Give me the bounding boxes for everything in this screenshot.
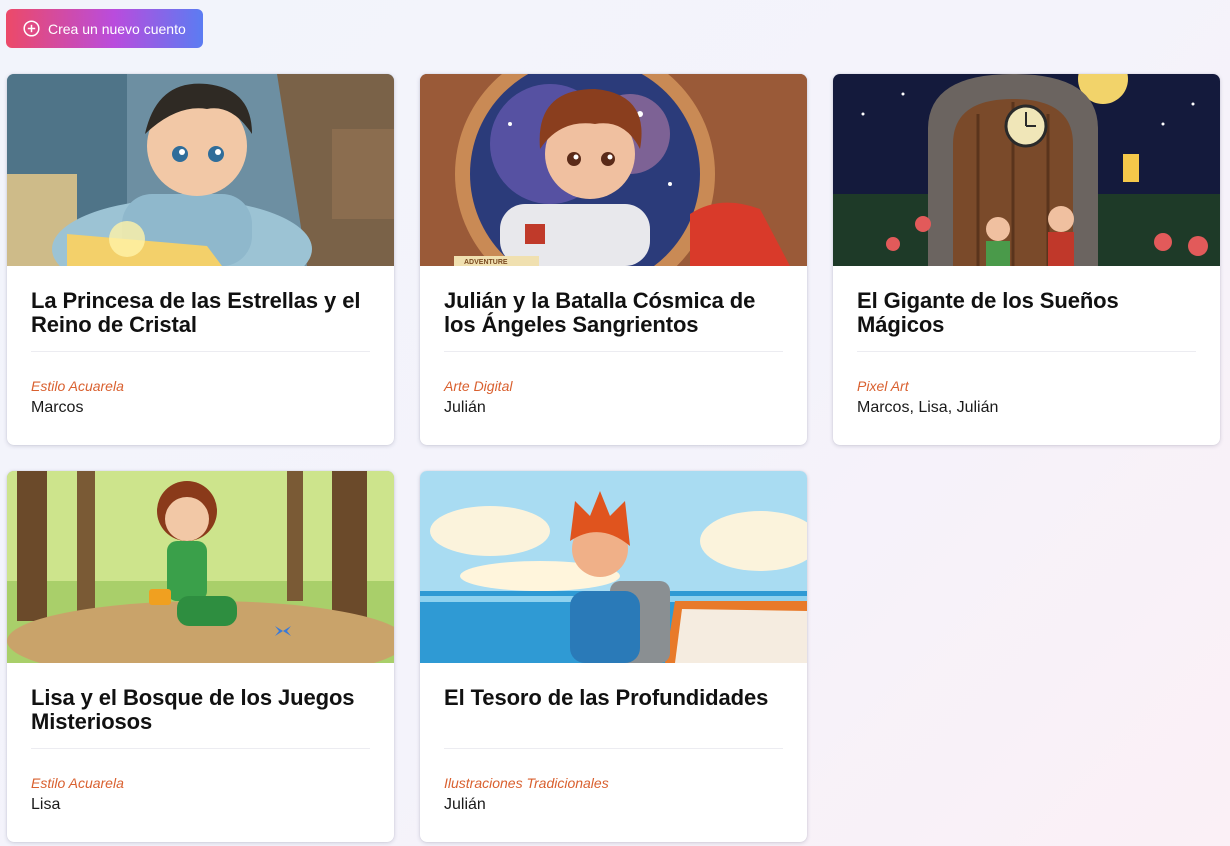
divider bbox=[857, 351, 1196, 352]
story-style: Arte Digital bbox=[444, 378, 513, 394]
story-cover-image bbox=[7, 471, 394, 663]
story-card[interactable]: El Gigante de los Sueños Mágicos Pixel A… bbox=[833, 74, 1220, 445]
story-characters: Julián bbox=[444, 399, 486, 416]
story-card[interactable]: La Princesa de las Estrellas y el Reino … bbox=[7, 74, 394, 445]
story-cover-image bbox=[7, 74, 394, 266]
create-story-label: Crea un nuevo cuento bbox=[48, 20, 186, 37]
story-characters: Marcos bbox=[31, 399, 84, 416]
story-title: El Tesoro de las Profundidades bbox=[444, 685, 769, 710]
story-card[interactable]: El Tesoro de las Profundidades Ilustraci… bbox=[420, 471, 807, 842]
divider bbox=[31, 748, 370, 749]
story-card[interactable]: ADVENTURE Julián y la Batalla Cósmica de… bbox=[420, 74, 807, 445]
divider bbox=[444, 351, 783, 352]
story-cover-image: ADVENTURE bbox=[420, 74, 807, 266]
story-style: Estilo Acuarela bbox=[31, 378, 124, 394]
story-style: Ilustraciones Tradicionales bbox=[444, 775, 609, 791]
create-story-button[interactable]: Crea un nuevo cuento bbox=[6, 9, 203, 48]
story-cover-image bbox=[833, 74, 1220, 266]
divider bbox=[31, 351, 370, 352]
story-style: Estilo Acuarela bbox=[31, 775, 124, 791]
story-card[interactable]: Lisa y el Bosque de los Juegos Misterios… bbox=[7, 471, 394, 842]
story-characters: Marcos, Lisa, Julián bbox=[857, 399, 999, 416]
divider bbox=[444, 748, 783, 749]
adventure-sign: ADVENTURE bbox=[464, 259, 508, 266]
plus-circle-icon bbox=[23, 20, 40, 37]
story-title: El Gigante de los Sueños Mágicos bbox=[857, 288, 1119, 337]
story-style: Pixel Art bbox=[857, 378, 909, 394]
story-title: Lisa y el Bosque de los Juegos Misterios… bbox=[31, 685, 355, 734]
story-cover-image bbox=[420, 471, 807, 663]
story-characters: Julián bbox=[444, 796, 486, 813]
story-characters: Lisa bbox=[31, 796, 61, 813]
story-title: La Princesa de las Estrellas y el Reino … bbox=[31, 288, 361, 337]
story-title: Julián y la Batalla Cósmica de los Ángel… bbox=[444, 288, 756, 337]
